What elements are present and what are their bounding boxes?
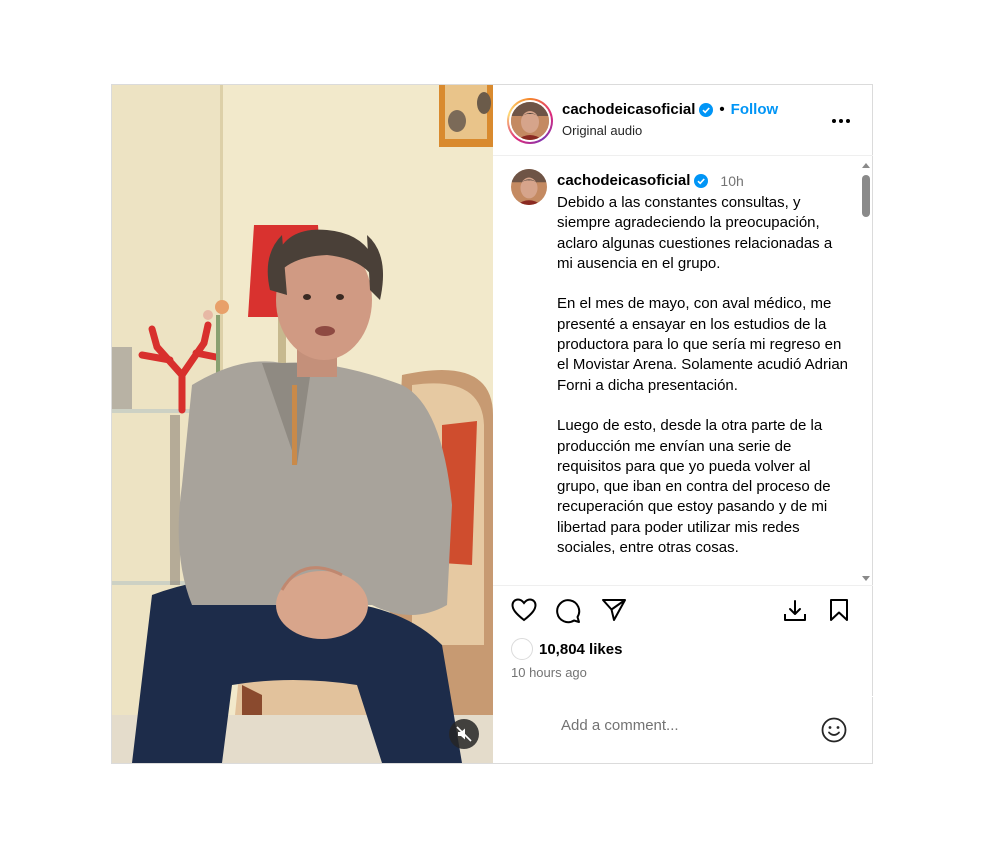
separator-dot: • — [719, 101, 725, 118]
verified-badge-icon — [699, 102, 714, 117]
download-button[interactable] — [782, 598, 808, 629]
emoji-icon — [821, 717, 847, 743]
caption-scroll-area[interactable]: cachodeicasoficial 10h Debido a las cons… — [493, 157, 873, 585]
caption-scrollbar[interactable] — [861, 163, 871, 581]
original-audio-link[interactable]: Original audio — [562, 123, 642, 138]
header-username-row: cachodeicasoficial • Follow — [562, 101, 778, 118]
bookmark-icon — [830, 599, 848, 621]
caption-paragraph: Luego de esto, desde la otra parte de la… — [557, 417, 831, 557]
caption-timestamp[interactable]: 10h — [720, 173, 743, 189]
story-ring-avatar[interactable] — [507, 98, 553, 144]
post-actions: 10,804 likes 10 hours ago — [493, 585, 873, 763]
post-side-panel: cachodeicasoficial • Follow Original aud… — [493, 85, 873, 763]
more-options-button[interactable] — [831, 111, 851, 129]
post-video[interactable] — [112, 85, 493, 763]
post-time-ago[interactable]: 10 hours ago — [511, 665, 587, 680]
follow-button[interactable]: Follow — [731, 101, 779, 118]
download-icon — [784, 600, 806, 621]
heart-icon — [511, 598, 537, 622]
caption-avatar[interactable] — [511, 169, 547, 205]
caption-header: cachodeicasoficial 10h — [557, 172, 744, 189]
video-frame-illustration — [112, 85, 493, 763]
liker-avatar[interactable] — [511, 638, 533, 660]
scroll-up-arrow[interactable] — [862, 163, 870, 168]
verified-badge-icon — [694, 173, 709, 188]
add-comment-row — [493, 696, 873, 763]
comment-icon — [556, 599, 581, 624]
share-icon — [602, 599, 626, 621]
caption-paragraph: Debido a las constantes consultas, y sie… — [557, 194, 833, 272]
likes-row: 10,804 likes — [511, 638, 622, 660]
instagram-post: cachodeicasoficial • Follow Original aud… — [111, 84, 873, 764]
comment-button[interactable] — [555, 598, 581, 629]
share-button[interactable] — [601, 598, 627, 627]
scrollbar-thumb[interactable] — [862, 175, 870, 217]
scroll-down-arrow[interactable] — [862, 576, 870, 581]
comment-input[interactable] — [561, 717, 801, 734]
save-button[interactable] — [828, 598, 850, 627]
header-username[interactable]: cachodeicasoficial — [562, 101, 695, 118]
like-button[interactable] — [511, 598, 537, 627]
caption-username[interactable]: cachodeicasoficial — [557, 172, 690, 189]
caption-paragraph: En el mes de mayo, con aval médico, me p… — [557, 295, 848, 394]
emoji-button[interactable] — [821, 717, 847, 748]
avatar — [511, 102, 549, 140]
post-header: cachodeicasoficial • Follow Original aud… — [493, 85, 873, 156]
more-options-icon — [832, 119, 850, 123]
likes-count[interactable]: 10,804 likes — [539, 641, 622, 658]
mute-toggle-button[interactable] — [449, 719, 479, 749]
muted-speaker-icon — [456, 726, 472, 742]
caption-text: Debido a las constantes consultas, y sie… — [557, 193, 849, 579]
